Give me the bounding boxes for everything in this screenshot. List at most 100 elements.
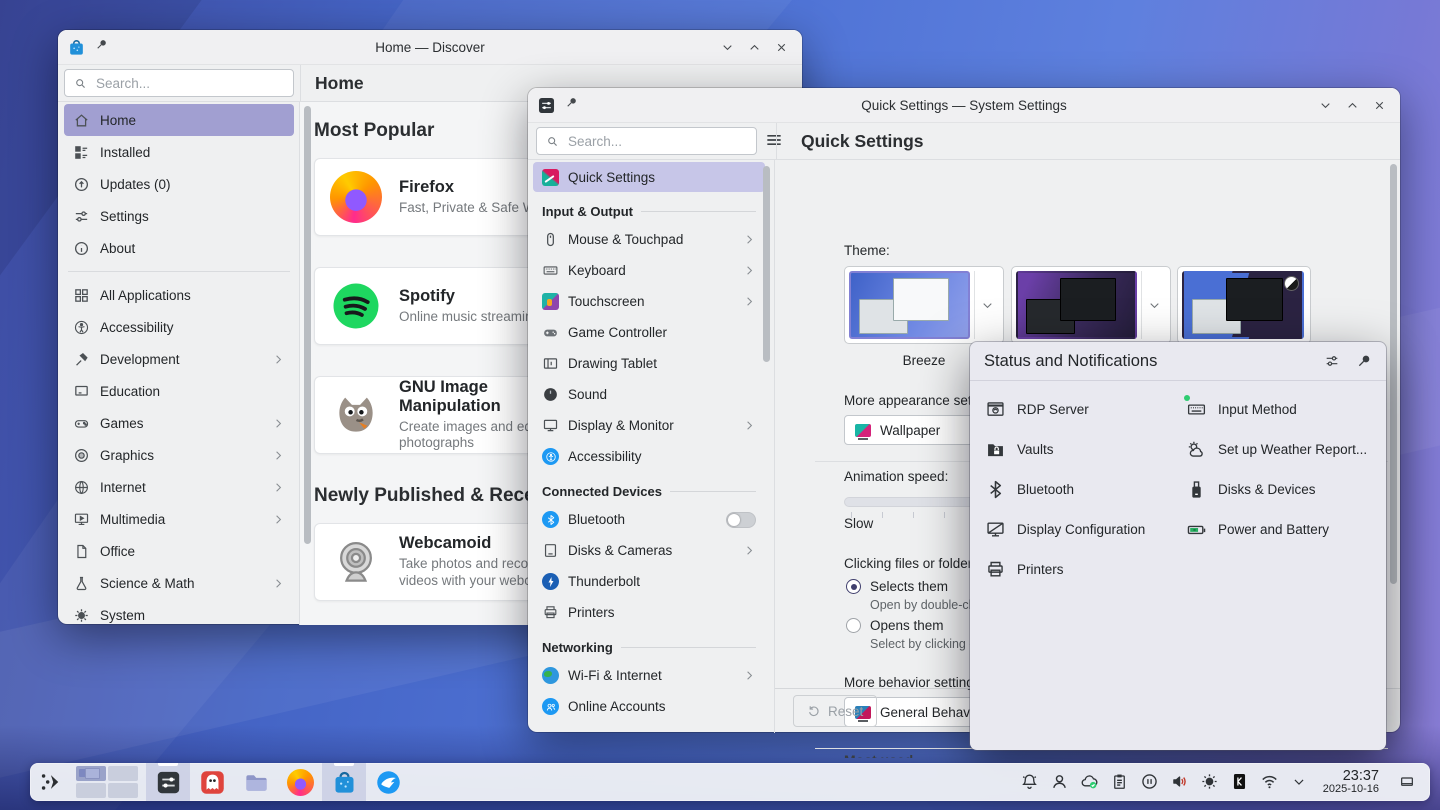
clock-widget[interactable]: 23:37 2025-10-16 — [1323, 769, 1379, 796]
virtual-desktop-pager[interactable] — [76, 766, 138, 798]
wifi-signal-icon[interactable] — [1259, 771, 1280, 792]
radio-button-selected[interactable] — [846, 579, 861, 594]
minimize-button[interactable] — [718, 38, 736, 56]
theme-option-automatic[interactable] — [1177, 266, 1311, 344]
sidebar-item-wifi-internet[interactable]: Wi-Fi & Internet — [533, 660, 765, 691]
sidebar-item-office[interactable]: Office — [64, 535, 294, 567]
sidebar-item-quick-settings[interactable]: Quick Settings — [533, 162, 765, 192]
sidebar-item-display-monitor[interactable]: Display & Monitor — [533, 410, 765, 441]
sidebar-item-multimedia[interactable]: Multimedia — [64, 503, 294, 535]
sidebar-item-disks-cameras[interactable]: Disks & Cameras — [533, 535, 765, 566]
sidebar-item-online-accounts[interactable]: Online Accounts — [533, 691, 765, 722]
ghost-icon — [199, 769, 226, 796]
brightness-icon[interactable] — [1199, 771, 1220, 792]
sidebar-item-science-math[interactable]: Science & Math — [64, 567, 294, 599]
sidebar-item-internet[interactable]: Internet — [64, 471, 294, 503]
configure-icon[interactable] — [1324, 353, 1340, 369]
notifications-bell-icon[interactable] — [1019, 771, 1040, 792]
sidebar-item-sound[interactable]: Sound — [533, 379, 765, 410]
search-input[interactable] — [94, 75, 284, 92]
minimize-button[interactable] — [1316, 96, 1334, 114]
settings-search-field[interactable] — [536, 127, 757, 155]
volume-icon[interactable] — [1169, 771, 1190, 792]
sidebar-item-system[interactable]: System — [64, 599, 294, 631]
status-item-display-configuration[interactable]: Display Configuration — [978, 509, 1179, 549]
status-item-disks-devices[interactable]: Disks & Devices — [1179, 469, 1380, 509]
sidebar-item-accessibility[interactable]: Accessibility — [64, 311, 294, 343]
status-item-input-method[interactable]: Input Method — [1179, 389, 1380, 429]
show-desktop-button[interactable] — [1394, 774, 1420, 790]
sidebar-item-installed[interactable]: Installed — [64, 136, 294, 168]
app-launcher-button[interactable] — [30, 763, 70, 801]
chevron-down-icon[interactable] — [1141, 271, 1166, 339]
clipboard-icon[interactable] — [1109, 771, 1130, 792]
status-item-vaults[interactable]: Vaults — [978, 429, 1179, 469]
theme-option-breeze-dark[interactable] — [1011, 266, 1171, 344]
sidebar-item-mouse-touchpad[interactable]: Mouse & Touchpad — [533, 224, 765, 255]
close-button[interactable] — [772, 38, 790, 56]
settings-titlebar[interactable]: Quick Settings — System Settings — [528, 88, 1400, 123]
home-icon — [73, 112, 90, 129]
status-item-printers[interactable]: Printers — [978, 549, 1179, 589]
bluetooth-toggle[interactable] — [726, 512, 756, 528]
sidebar-scrollbar[interactable] — [304, 106, 311, 544]
reset-button[interactable]: Reset — [793, 695, 877, 727]
close-button[interactable] — [1370, 96, 1388, 114]
media-pause-icon[interactable] — [1139, 771, 1160, 792]
pin-icon[interactable] — [565, 96, 578, 114]
sidebar-item-games[interactable]: Games — [64, 407, 294, 439]
chevron-down-icon[interactable] — [974, 271, 999, 339]
maximize-button[interactable] — [1343, 96, 1361, 114]
maximize-button[interactable] — [745, 38, 763, 56]
sidebar-item-about[interactable]: About — [64, 232, 294, 264]
wallpaper-icon — [855, 424, 871, 437]
sidebar-item-settings[interactable]: Settings — [64, 200, 294, 232]
sidebar-item-game-controller[interactable]: Game Controller — [533, 317, 765, 348]
status-item-weather[interactable]: Set up Weather Report... — [1179, 429, 1380, 469]
pager-desktop-4[interactable] — [108, 783, 138, 798]
discover-sidebar: Home Installed Updates (0) Settings Abou… — [58, 102, 299, 625]
sidebar-item-development[interactable]: Development — [64, 343, 294, 375]
discover-titlebar[interactable]: Home — Discover — [58, 30, 802, 65]
sidebar-item-touchscreen[interactable]: Touchscreen — [533, 286, 765, 317]
task-firefox[interactable] — [278, 763, 322, 801]
pin-icon[interactable] — [95, 38, 108, 56]
sidebar-item-graphics[interactable]: Graphics — [64, 439, 294, 471]
theme-option-breeze[interactable] — [844, 266, 1004, 344]
sidebar-item-thunderbolt[interactable]: Thunderbolt — [533, 566, 765, 597]
user-switcher-icon[interactable] — [1049, 771, 1070, 792]
task-ghost-app[interactable] — [190, 763, 234, 801]
task-discover[interactable] — [322, 763, 366, 801]
pager-desktop-2[interactable] — [108, 766, 138, 781]
sidebar-item-bluetooth[interactable]: Bluetooth — [533, 504, 765, 535]
status-item-rdp-server[interactable]: RDP Server — [978, 389, 1179, 429]
radio-button-unselected[interactable] — [846, 618, 861, 633]
status-item-power-battery[interactable]: Power and Battery — [1179, 509, 1380, 549]
radio-selects-them[interactable]: Selects them — [846, 579, 948, 594]
sidebar-item-drawing-tablet[interactable]: Drawing Tablet — [533, 348, 765, 379]
show-desktop-icon — [1399, 774, 1415, 790]
task-dolphin[interactable] — [234, 763, 278, 801]
sidebar-item-keyboard[interactable]: Keyboard — [533, 255, 765, 286]
cloud-sync-icon[interactable] — [1079, 771, 1100, 792]
kde-connect-icon[interactable] — [1229, 771, 1250, 792]
sidebar-item-accessibility[interactable]: Accessibility — [533, 441, 765, 472]
status-item-bluetooth[interactable]: Bluetooth — [978, 469, 1179, 509]
discover-search-field[interactable] — [64, 69, 294, 97]
content-scrollbar[interactable] — [1390, 164, 1397, 584]
sidebar-scrollbar[interactable] — [763, 166, 770, 362]
task-falkon[interactable] — [366, 763, 410, 801]
pager-desktop-1[interactable] — [76, 766, 106, 781]
sidebar-item-education[interactable]: Education — [64, 375, 294, 407]
pin-icon[interactable] — [1356, 353, 1372, 369]
task-system-settings[interactable] — [146, 763, 190, 801]
sidebar-item-all-applications[interactable]: All Applications — [64, 279, 294, 311]
sidebar-item-home[interactable]: Home — [64, 104, 294, 136]
pager-desktop-3[interactable] — [76, 783, 106, 798]
tray-expand-chevron-icon[interactable] — [1289, 771, 1310, 792]
sidebar-item-printers[interactable]: Printers — [533, 597, 765, 628]
search-input[interactable] — [566, 133, 747, 150]
radio-opens-them[interactable]: Opens them — [846, 618, 944, 633]
apps-grid-icon — [73, 287, 90, 304]
sidebar-item-updates[interactable]: Updates (0) — [64, 168, 294, 200]
